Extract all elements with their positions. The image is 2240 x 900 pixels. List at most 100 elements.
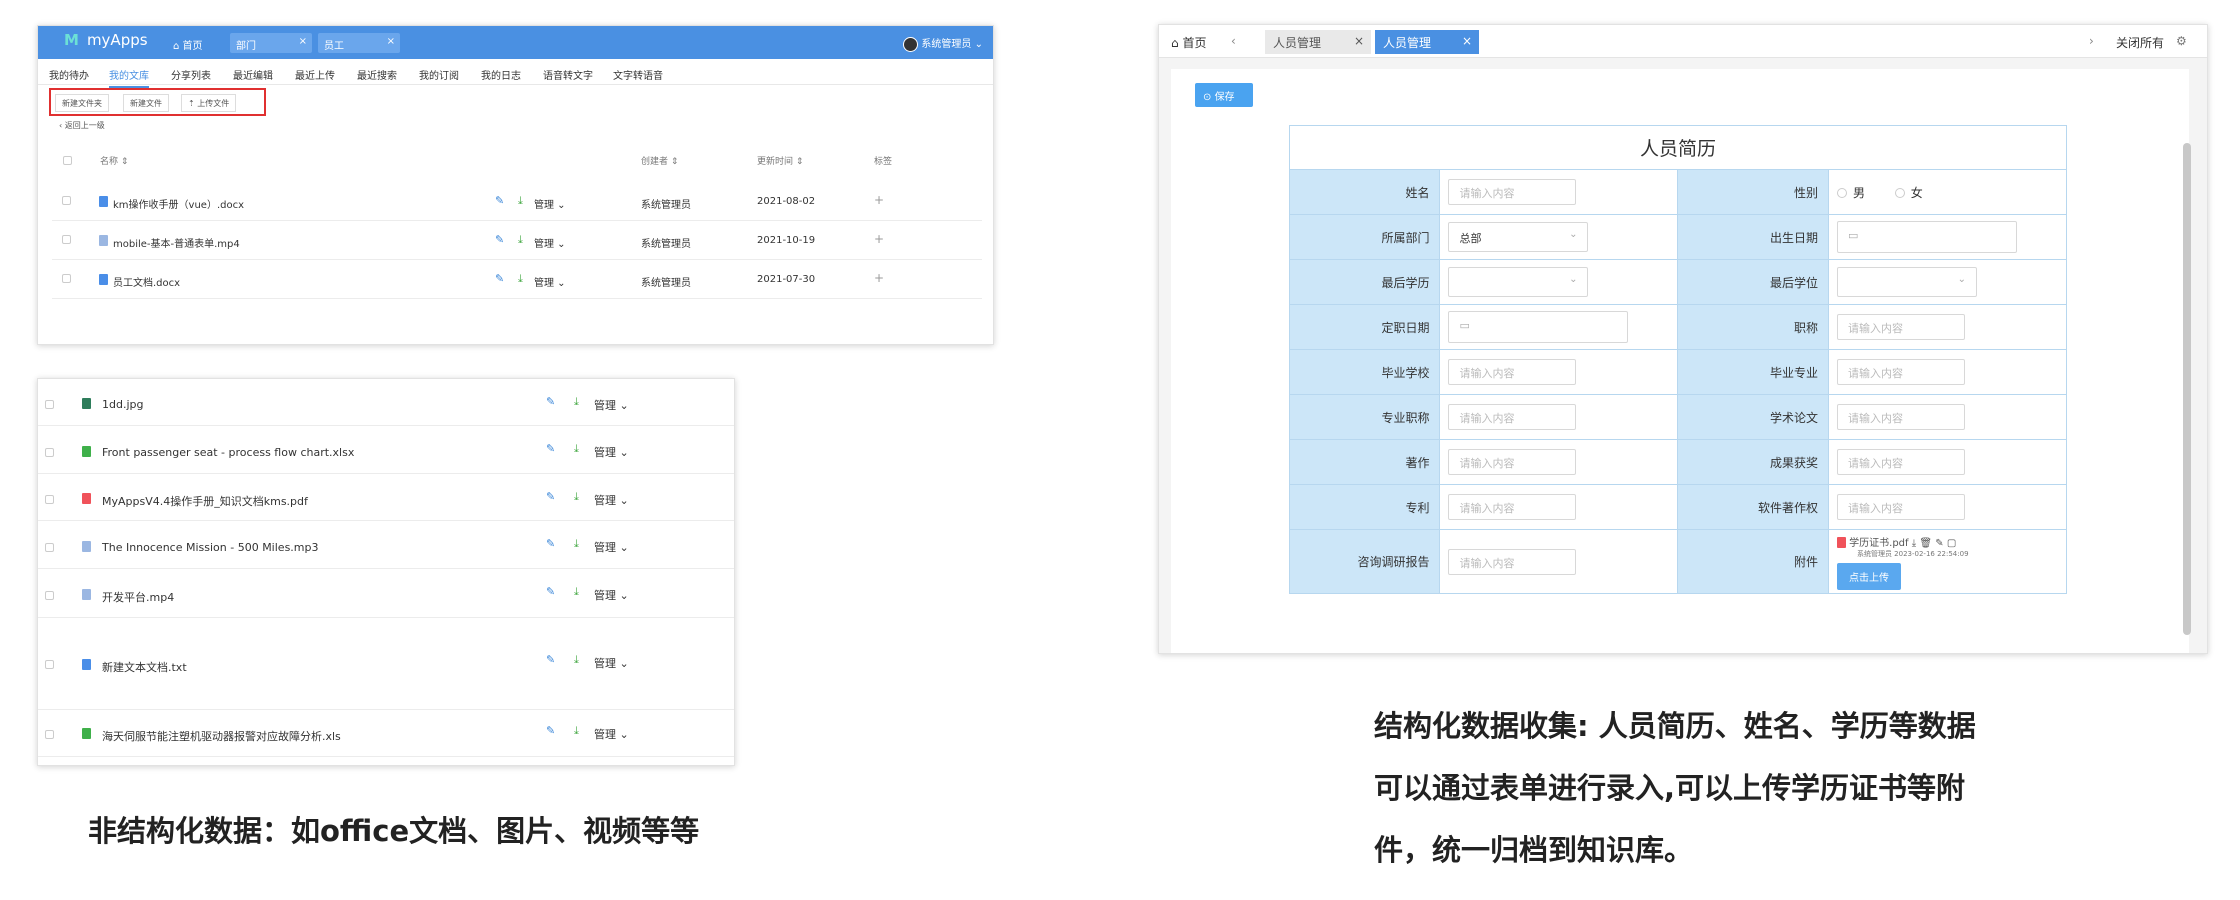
- manage-dropdown[interactable]: 管理 ⌄: [594, 492, 629, 508]
- manage-dropdown[interactable]: 管理 ⌄: [594, 655, 629, 671]
- table-row[interactable]: 员工文档.docx ✎ ⤓ 管理 ⌄ 系统管理员 2021-07-30 +: [52, 260, 982, 299]
- edit-icon[interactable]: ✎: [546, 724, 555, 737]
- download-icon[interactable]: ⤓: [518, 233, 523, 247]
- close-icon[interactable]: ×: [387, 36, 395, 47]
- close-icon[interactable]: ×: [1462, 34, 1472, 48]
- row-checkbox[interactable]: [45, 543, 54, 552]
- file-name[interactable]: 海天伺服节能注塑机驱动器报警对应故障分析.xls: [102, 728, 341, 744]
- add-tag-icon[interactable]: +: [874, 271, 884, 285]
- radio-female[interactable]: 女: [1894, 186, 1923, 200]
- major-input[interactable]: 请输入内容: [1836, 359, 1965, 385]
- report-input[interactable]: 请输入内容: [1448, 548, 1577, 575]
- download-icon[interactable]: ⤓: [518, 194, 523, 208]
- attachment-name[interactable]: 学历证书.pdf: [1849, 538, 1908, 549]
- list-item[interactable]: 开发平台.mp4 ✎ ⤓ 管理 ⌄: [38, 569, 734, 618]
- back-link[interactable]: ‹ 返回上一级: [59, 120, 105, 131]
- file-name[interactable]: 新建文本文档.txt: [102, 659, 187, 675]
- software-input[interactable]: 请输入内容: [1836, 494, 1965, 520]
- row-checkbox[interactable]: [62, 196, 71, 205]
- gear-icon[interactable]: ⚙: [2176, 34, 2187, 48]
- edit-icon[interactable]: ✎: [495, 194, 504, 207]
- manage-dropdown[interactable]: 管理 ⌄: [594, 444, 629, 460]
- file-name[interactable]: 员工文档.docx: [113, 274, 180, 289]
- manage-dropdown[interactable]: 管理 ⌄: [594, 539, 629, 555]
- download-icon[interactable]: ⤓: [1912, 538, 1916, 549]
- degree-select[interactable]: ⌄: [1836, 267, 1977, 297]
- row-checkbox[interactable]: [45, 495, 54, 504]
- nav-my-log[interactable]: 我的日志: [481, 67, 521, 82]
- download-icon[interactable]: ⤓: [518, 272, 523, 286]
- tab-employee[interactable]: 员工 ×: [318, 33, 400, 53]
- file-name[interactable]: km操作收手册（vue）.docx: [113, 196, 244, 211]
- edit-icon[interactable]: ✎: [1935, 538, 1943, 549]
- nav-my-library[interactable]: 我的文库: [109, 67, 149, 88]
- download-icon[interactable]: ⤓: [574, 395, 579, 409]
- title-input[interactable]: 请输入内容: [1836, 314, 1965, 340]
- edit-icon[interactable]: ✎: [546, 395, 555, 408]
- row-checkbox[interactable]: [45, 448, 54, 457]
- row-checkbox[interactable]: [45, 730, 54, 739]
- nav-my-subscribe[interactable]: 我的订阅: [419, 67, 459, 82]
- file-name[interactable]: 开发平台.mp4: [102, 589, 174, 605]
- nav-recent-edit[interactable]: 最近编辑: [233, 67, 273, 82]
- manage-dropdown[interactable]: 管理 ⌄: [594, 587, 629, 603]
- edit-icon[interactable]: ✎: [546, 653, 555, 666]
- dept-select[interactable]: 总部 ⌄: [1448, 222, 1589, 252]
- radio-male[interactable]: 男: [1836, 186, 1865, 200]
- upload-file-button[interactable]: ⇡ 上传文件: [181, 94, 237, 112]
- tab-personnel[interactable]: 人员管理 ×: [1265, 30, 1371, 54]
- close-icon[interactable]: ×: [299, 36, 307, 47]
- education-select[interactable]: ⌄: [1448, 267, 1589, 297]
- title-date-picker[interactable]: ▭: [1448, 311, 1629, 343]
- name-input[interactable]: 请输入内容: [1448, 179, 1577, 205]
- col-updated[interactable]: 更新时间 ⇕: [757, 154, 803, 167]
- list-item[interactable]: 1dd.jpg ✎ ⤓ 管理 ⌄: [38, 379, 734, 426]
- award-input[interactable]: 请输入内容: [1836, 449, 1965, 475]
- birth-date-picker[interactable]: ▭: [1836, 221, 2017, 253]
- close-icon[interactable]: ×: [1354, 34, 1364, 48]
- pro-title-input[interactable]: 请输入内容: [1448, 404, 1577, 430]
- file-name[interactable]: MyAppsV4.4操作手册_知识文档kms.pdf: [102, 493, 308, 509]
- nav-recent-search[interactable]: 最近搜索: [357, 67, 397, 82]
- table-row[interactable]: km操作收手册（vue）.docx ✎ ⤓ 管理 ⌄ 系统管理员 2021-08…: [52, 182, 982, 221]
- download-icon[interactable]: ⤓: [574, 537, 579, 551]
- add-tag-icon[interactable]: +: [874, 232, 884, 246]
- chevron-right-icon[interactable]: ›: [2089, 34, 2094, 48]
- row-checkbox[interactable]: [45, 591, 54, 600]
- manage-dropdown[interactable]: 管理 ⌄: [534, 235, 566, 250]
- trash-icon[interactable]: 🗑: [1919, 538, 1932, 549]
- file-name[interactable]: 1dd.jpg: [102, 398, 143, 411]
- nav-share-list[interactable]: 分享列表: [171, 67, 211, 82]
- add-tag-icon[interactable]: +: [874, 193, 884, 207]
- list-item[interactable]: The Innocence Mission - 500 Miles.mp3 ✎ …: [38, 521, 734, 569]
- table-row[interactable]: mobile-基本-普通表单.mp4 ✎ ⤓ 管理 ⌄ 系统管理员 2021-1…: [52, 221, 982, 260]
- home-tab[interactable]: ⌂ 首页: [173, 37, 203, 52]
- list-item[interactable]: MyAppsV4.4操作手册_知识文档kms.pdf ✎ ⤓ 管理 ⌄: [38, 474, 734, 521]
- edit-icon[interactable]: ✎: [546, 442, 555, 455]
- download-icon[interactable]: ⤓: [574, 653, 579, 667]
- close-all-button[interactable]: 关闭所有: [2116, 34, 2164, 51]
- folder-icon[interactable]: ▢: [1947, 538, 1956, 549]
- home-tab[interactable]: ⌂ 首页: [1171, 34, 1206, 51]
- school-input[interactable]: 请输入内容: [1448, 359, 1577, 385]
- new-file-button[interactable]: 新建文件: [123, 94, 169, 112]
- file-name[interactable]: The Innocence Mission - 500 Miles.mp3: [102, 541, 319, 554]
- manage-dropdown[interactable]: 管理 ⌄: [594, 397, 629, 413]
- nav-todo[interactable]: 我的待办: [49, 67, 89, 82]
- list-item[interactable]: 海天伺服节能注塑机驱动器报警对应故障分析.xls ✎ ⤓ 管理 ⌄: [38, 710, 734, 757]
- edit-icon[interactable]: ✎: [495, 272, 504, 285]
- row-checkbox[interactable]: [45, 400, 54, 409]
- user-menu[interactable]: 系统管理员 ⌄: [903, 35, 983, 52]
- select-all-checkbox[interactable]: [63, 156, 72, 165]
- edit-icon[interactable]: ✎: [495, 233, 504, 246]
- col-creator[interactable]: 创建者 ⇕: [641, 154, 678, 167]
- nav-text-to-speech[interactable]: 文字转语音: [613, 67, 663, 82]
- file-name[interactable]: Front passenger seat - process flow char…: [102, 446, 354, 459]
- nav-speech-to-text[interactable]: 语音转文字: [543, 67, 593, 82]
- list-item[interactable]: 新建文本文档.txt ✎ ⤓ 管理 ⌄: [38, 618, 734, 710]
- download-icon[interactable]: ⤓: [574, 490, 579, 504]
- nav-recent-upload[interactable]: 最近上传: [295, 67, 335, 82]
- row-checkbox[interactable]: [62, 235, 71, 244]
- tab-personnel-active[interactable]: 人员管理 ×: [1375, 30, 1479, 54]
- save-button[interactable]: ⊙ 保存: [1195, 83, 1253, 107]
